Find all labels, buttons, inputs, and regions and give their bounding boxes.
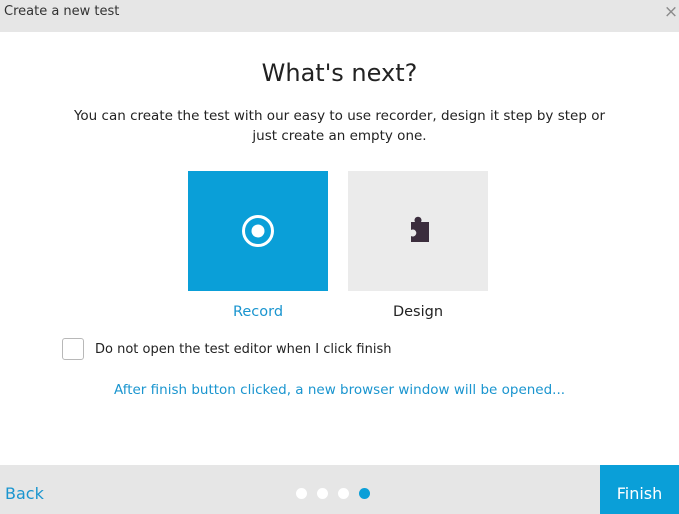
page-description: You can create the test with our easy to…	[73, 108, 606, 144]
page-title: What's next?	[261, 59, 418, 87]
step-dot	[296, 488, 307, 499]
dialog-footer: Back Finish	[0, 465, 679, 514]
record-option[interactable]: Record	[188, 171, 328, 320]
back-button[interactable]: Back	[5, 483, 44, 505]
step-dot	[338, 488, 349, 499]
skip-editor-checkbox-label: Do not open the test editor when I click…	[95, 342, 392, 357]
finish-button[interactable]: Finish	[600, 465, 679, 514]
puzzle-piece-icon	[411, 216, 429, 242]
step-dot	[317, 488, 328, 499]
record-icon	[242, 215, 274, 247]
new-window-info: After finish button clicked, a new brows…	[113, 382, 566, 398]
close-icon[interactable]: ×	[663, 2, 679, 22]
dialog-titlebar: Create a new test ×	[0, 0, 679, 32]
design-tile[interactable]	[348, 171, 488, 291]
design-option[interactable]: Design	[348, 171, 488, 320]
record-tile[interactable]	[188, 171, 328, 291]
step-dot-current	[359, 488, 370, 499]
record-option-label: Record	[232, 304, 284, 320]
dialog-title: Create a new test	[4, 4, 120, 19]
design-option-label: Design	[392, 304, 444, 320]
skip-editor-checkbox[interactable]	[62, 338, 84, 360]
